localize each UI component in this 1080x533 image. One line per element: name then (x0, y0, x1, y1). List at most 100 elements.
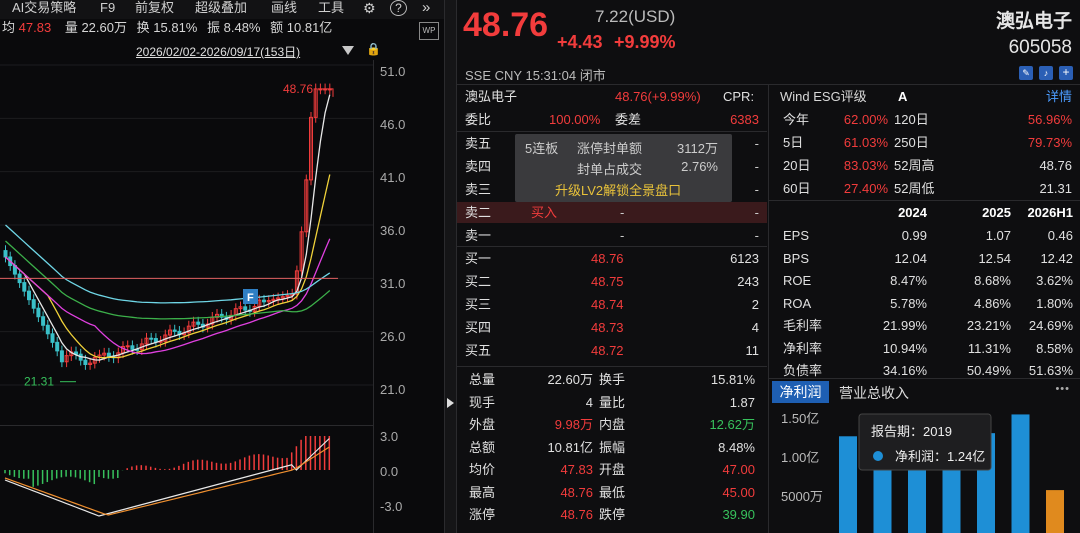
profit-chart[interactable]: 1.50亿 1.00亿 5000万 报告期：2019 净利润：1.24亿 (769, 406, 1080, 533)
summary-value: 10.81亿 (547, 439, 593, 455)
profit-bar[interactable] (839, 436, 857, 533)
range-dropdown-icon[interactable] (342, 46, 354, 55)
exchange: SSE (465, 68, 492, 83)
fin-label: 净利率 (783, 340, 823, 356)
upgrade-lv2-link[interactable]: 升级LV2解锁全景盘口 (555, 180, 681, 199)
candle-body[interactable] (50, 333, 55, 343)
help-icon[interactable]: ? (390, 0, 407, 16)
ma120-line (5, 224, 331, 304)
fin-label: ROE (783, 273, 812, 288)
candle-body[interactable] (27, 290, 31, 301)
lv2-overlay[interactable]: 5连板 涨停封单额 3112万 封单占成交 2.76% 升级LV2解锁全景盘口 (515, 134, 732, 202)
bid-price: 48.72 (591, 343, 624, 358)
bid-volume: 11 (745, 343, 760, 358)
price-tick: 41.0 (380, 170, 406, 185)
candle-body[interactable] (130, 345, 135, 350)
bid-label: 买一 (465, 251, 492, 266)
bid-label: 买五 (465, 343, 492, 358)
wb-value: 100.00% (549, 112, 601, 127)
quote-time: 15:31:04 (525, 68, 577, 83)
candle-body[interactable] (45, 324, 50, 335)
fin-value: 3.62% (1036, 273, 1073, 288)
fin-label: BPS (783, 250, 810, 266)
date-range[interactable]: 2026/02/02-2026/09/17(153日) (136, 43, 300, 60)
candle-body[interactable] (83, 359, 88, 365)
alert-bell-icon[interactable]: ♪ (1039, 66, 1053, 80)
tooltip-dot-icon (873, 451, 883, 461)
kline-chart[interactable]: 48.76 21.31 F (0, 60, 373, 533)
overlay-button[interactable]: 超级叠加 (195, 0, 247, 16)
edit-icon[interactable]: ✎ (1019, 66, 1033, 80)
perf-label: 5日 (783, 135, 804, 150)
fin-value: 4.86% (974, 295, 1011, 311)
panel-splitter[interactable] (444, 0, 457, 533)
lock-icon[interactable]: 🔒 (366, 42, 381, 56)
ask-volume: - (754, 136, 759, 151)
f-marker-label: F (247, 292, 254, 304)
more-arrow-icon[interactable]: » (422, 0, 430, 16)
ai-strategy-button[interactable]: AI交易策略 (12, 0, 76, 16)
expand-arrow-icon[interactable] (447, 398, 454, 408)
vol-label: 量 (64, 20, 78, 35)
candle-body[interactable] (172, 329, 177, 332)
fin-value: 12.54 (978, 250, 1011, 266)
candle-body[interactable] (3, 250, 8, 258)
summary-label: 跌停 (599, 507, 626, 522)
candle-body[interactable] (196, 321, 201, 325)
fin-value: 1.80% (1036, 295, 1073, 311)
summary-label: 量比 (599, 394, 626, 410)
add-watch-icon[interactable]: + (1059, 66, 1073, 80)
fin-value: 11.31% (967, 340, 1011, 356)
fin-label: 毛利率 (783, 318, 823, 333)
candle-body[interactable] (243, 306, 248, 311)
macd-tick: 3.0 (380, 429, 399, 444)
summary-label: 均价 (469, 462, 496, 477)
profit-bar[interactable] (1011, 414, 1030, 533)
fin-value: 12.42 (1040, 250, 1073, 266)
seal-ratio-label: 封单占成交 (577, 162, 643, 177)
adjust-button[interactable]: 前复权 (135, 0, 174, 16)
fin-value: 8.47% (890, 273, 927, 288)
summary-value: 4 (585, 394, 593, 410)
f9-button[interactable]: F9 (100, 0, 115, 16)
more-dots-icon[interactable]: ••• (1055, 383, 1070, 395)
draw-button[interactable]: 画线 (271, 0, 297, 16)
perf-label: 52周低 (894, 181, 935, 196)
candle-body[interactable] (262, 299, 266, 303)
summary-label: 换手 (599, 372, 626, 387)
fundamentals: Wind ESG评级 A 详情 今年 62.00% 120日 56.96% 5日 61.0… (769, 84, 1080, 533)
candle-body[interactable] (106, 352, 111, 357)
profit-bar[interactable] (1046, 490, 1064, 533)
tooltip-value: 净利润：1.24亿 (895, 449, 985, 464)
candle-body[interactable] (41, 316, 46, 326)
esg-detail-link[interactable]: 详情 (1046, 85, 1072, 108)
bid-price: 48.74 (591, 297, 624, 312)
seal-amount-value: 3112万 (677, 141, 718, 156)
price-change: +4.43 (557, 32, 603, 52)
fin-value: 10.94% (882, 340, 927, 356)
summary-label: 总额 (469, 439, 496, 455)
tab-revenue[interactable]: 营业总收入 (839, 383, 909, 403)
fin-label: ROA (783, 295, 812, 311)
candle-body[interactable] (125, 345, 130, 348)
candle-body[interactable] (22, 282, 27, 292)
candle-body[interactable] (31, 299, 36, 309)
perf-value: 79.73% (1027, 135, 1072, 150)
limit-up-streak: 5连板 (525, 141, 559, 156)
seal-ratio-value: 2.76% (681, 159, 718, 174)
low-annotation: 21.31 (24, 375, 54, 389)
ma10-line (5, 174, 331, 359)
bid-price: 48.76 (591, 251, 624, 266)
summary-value: 47.83 (560, 462, 593, 477)
candle-body[interactable] (149, 337, 154, 340)
candle-body[interactable] (59, 350, 64, 363)
candle-body[interactable] (36, 307, 41, 318)
candle-body[interactable] (55, 341, 60, 352)
tools-button[interactable]: 工具 (318, 0, 344, 16)
ask-price: - (620, 205, 625, 220)
tab-net-profit[interactable]: 净利润 (772, 381, 829, 403)
high-annotation: 48.76 (283, 82, 313, 96)
wp-icon[interactable]: WP (419, 22, 439, 40)
settings-icon[interactable]: ⚙ (363, 0, 376, 16)
book-price: 48.76(+9.99%) (615, 89, 701, 104)
